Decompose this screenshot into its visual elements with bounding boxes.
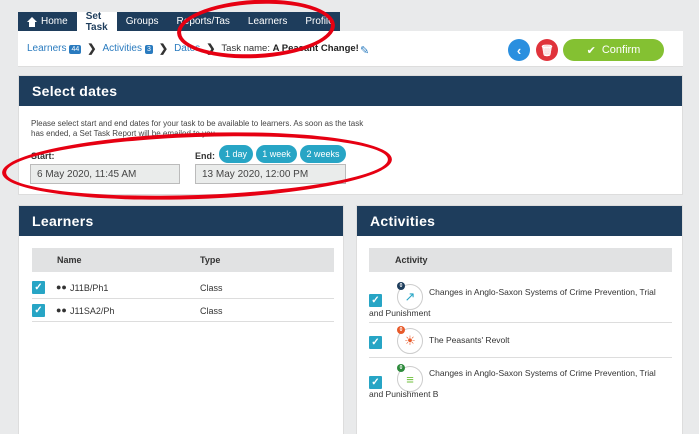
- learners-panel: Learners Name Type ✓ ●● J11B/Ph1 Class ✓…: [18, 205, 344, 434]
- tab-reports[interactable]: Reports/Tas: [168, 12, 239, 31]
- start-date-field[interactable]: 6 May 2020, 11:45 AM: [30, 164, 180, 184]
- breadcrumb-activities-label: Activities: [102, 43, 142, 54]
- list-item: ✓ ↗ 0 Changes in Anglo-Saxon Systems of C…: [369, 279, 672, 323]
- activity-title[interactable]: Changes in Anglo-Saxon Systems of Crime …: [369, 282, 669, 324]
- tab-home-label: Home: [41, 16, 68, 27]
- select-dates-panel: Select dates Please select start and end…: [18, 75, 683, 195]
- chevron-right-icon: ❯: [87, 43, 97, 55]
- tab-learners[interactable]: Learners: [239, 12, 296, 31]
- top-navigation: Home Set Task Groups Reports/Tas Learner…: [18, 10, 342, 33]
- sun-icon: ☀ 0: [397, 326, 423, 354]
- back-button[interactable]: ‹: [508, 39, 530, 61]
- tab-learners-label: Learners: [247, 16, 288, 27]
- tab-reports-label: Reports/Tas: [176, 16, 230, 27]
- tab-profile[interactable]: Profile: [296, 12, 342, 31]
- activities-panel: Activities Activity ✓ ↗ 0 Changes in Angl…: [356, 205, 683, 434]
- learner-checkbox[interactable]: ✓: [32, 304, 45, 317]
- end-label: End:: [195, 151, 215, 161]
- activity-badge: 0: [397, 326, 405, 334]
- table-row: ✓ ●● J11B/Ph1 Class: [32, 277, 334, 299]
- learners-title: Learners: [19, 206, 343, 236]
- tab-set-task-label: Set Task: [85, 10, 108, 33]
- activity-title[interactable]: The Peasants' Revolt: [429, 330, 510, 351]
- list-item: ✓ ☀ 0 The Peasants' Revolt: [369, 324, 672, 358]
- learner-name: J11B/Ph1: [70, 283, 109, 293]
- learner-type: Class: [200, 283, 223, 293]
- quick-2-weeks-button[interactable]: 2 weeks: [300, 145, 346, 163]
- learner-name: J11SA2/Ph: [70, 306, 115, 316]
- chevron-right-icon: ❯: [158, 43, 169, 55]
- confirm-button[interactable]: ✔ Confirm: [563, 39, 664, 61]
- breadcrumb-activities[interactable]: Activities 3: [102, 43, 153, 54]
- group-icon: ●●: [56, 282, 67, 292]
- activities-count-badge: 3: [144, 45, 153, 54]
- tab-groups-label: Groups: [125, 16, 159, 27]
- breadcrumb-dates[interactable]: Dates: [174, 43, 200, 54]
- column-type: Type: [200, 255, 221, 265]
- home-icon: [27, 16, 37, 27]
- chevron-right-icon: ❯: [206, 43, 216, 55]
- tab-home[interactable]: Home: [18, 12, 77, 31]
- quick-1-week-button[interactable]: 1 week: [256, 145, 297, 163]
- activities-table-header: Activity: [369, 248, 672, 272]
- activities-title: Activities: [357, 206, 682, 236]
- start-label: Start:: [31, 151, 55, 161]
- task-name: Task name: A Peasant Change!: [221, 43, 358, 54]
- learner-checkbox[interactable]: ✓: [32, 281, 45, 294]
- column-name: Name: [57, 255, 82, 265]
- confirm-label: Confirm: [601, 44, 641, 56]
- table-row: ✓ ●● J11SA2/Ph Class: [32, 300, 334, 322]
- tab-profile-label: Profile: [305, 16, 334, 27]
- task-name-value: A Peasant Change!: [272, 43, 359, 54]
- task-name-label: Task name:: [221, 43, 270, 54]
- breadcrumb: Learners 44 ❯ Activities 3 ❯ Dates ❯ Task …: [18, 31, 683, 67]
- group-icon: ●●: [56, 305, 67, 315]
- learners-table-header: Name Type: [32, 248, 334, 272]
- breadcrumb-learners[interactable]: Learners 44: [27, 43, 82, 54]
- learner-type: Class: [200, 306, 223, 316]
- quick-1-day-button[interactable]: 1 day: [219, 145, 253, 163]
- activity-title[interactable]: Changes in Anglo-Saxon Systems of Crime …: [369, 363, 669, 405]
- tab-groups[interactable]: Groups: [117, 12, 168, 31]
- select-dates-title: Select dates: [19, 76, 682, 106]
- chevron-left-icon: ‹: [516, 42, 522, 58]
- end-date-field[interactable]: 13 May 2020, 12:00 PM: [195, 164, 346, 184]
- trash-icon: 🗑︎: [540, 44, 554, 57]
- list-item: ✓ ≡ 0 Changes in Anglo-Saxon Systems of C…: [369, 360, 672, 404]
- edit-icon[interactable]: ✎: [360, 44, 369, 57]
- breadcrumb-learners-label: Learners: [27, 43, 67, 54]
- delete-button[interactable]: 🗑︎: [536, 39, 558, 61]
- learners-count-badge: 44: [69, 45, 82, 54]
- tab-set-task[interactable]: Set Task: [76, 10, 117, 33]
- column-activity: Activity: [395, 255, 428, 265]
- select-dates-description: Please select start and end dates for yo…: [31, 119, 364, 138]
- check-icon: ✔: [586, 44, 596, 57]
- activity-checkbox[interactable]: ✓: [369, 336, 382, 349]
